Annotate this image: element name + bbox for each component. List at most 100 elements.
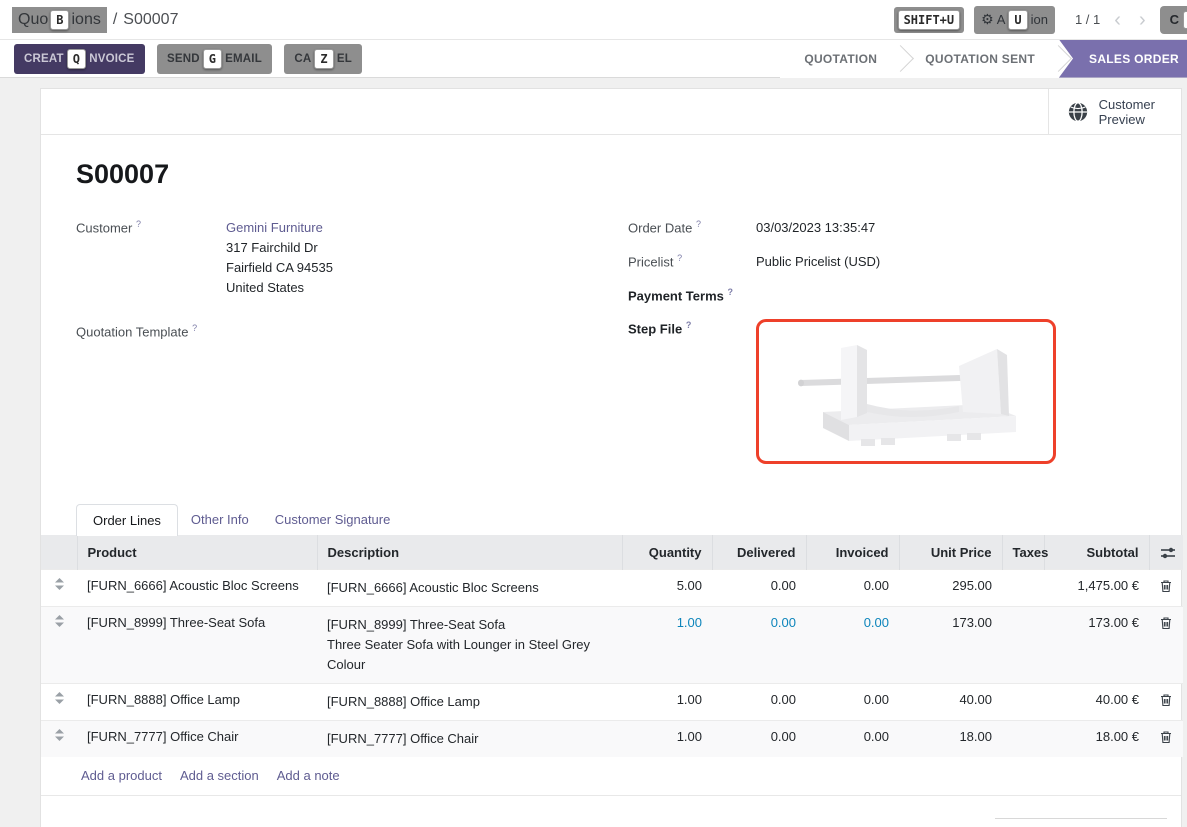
cell-description[interactable]: [FURN_8888] Office Lamp [317, 683, 622, 720]
breadcrumb-quotations-link[interactable]: Quo B ions [12, 7, 107, 33]
cell-product[interactable]: [FURN_7777] Office Chair [77, 720, 317, 757]
drag-handle-icon[interactable] [41, 569, 77, 606]
header-quantity[interactable]: Quantity [622, 535, 712, 569]
delete-row-button[interactable] [1149, 606, 1183, 683]
cell-taxes[interactable] [1002, 720, 1044, 757]
trash-icon [1160, 730, 1172, 744]
drag-handle-icon[interactable] [41, 720, 77, 757]
quotation-template-label-text: Quotation Template [76, 324, 189, 339]
header-unit-price[interactable]: Unit Price [899, 535, 1002, 569]
cell-description[interactable]: [FURN_7777] Office Chair [317, 720, 622, 757]
cell-taxes[interactable] [1002, 683, 1044, 720]
customer-value: Gemini Furniture 317 Fairchild Dr Fairfi… [226, 218, 333, 298]
delete-row-button[interactable] [1149, 720, 1183, 757]
table-row[interactable]: [FURN_7777] Office Chair [FURN_7777] Off… [41, 720, 1183, 757]
tab-other-info[interactable]: Other Info [178, 504, 262, 535]
cell-invoiced[interactable]: 0.00 [806, 606, 899, 683]
table-row[interactable]: [FURN_8888] Office Lamp [FURN_8888] Offi… [41, 683, 1183, 720]
cell-unit-price[interactable]: 18.00 [899, 720, 1002, 757]
pager-counter: 1 / 1 [1075, 12, 1100, 27]
edge-hint-box [1183, 11, 1187, 29]
add-product-link[interactable]: Add a product [81, 768, 162, 783]
delete-row-button[interactable] [1149, 683, 1183, 720]
order-date-label: Order Date ? [628, 218, 756, 238]
customer-label-text: Customer [76, 220, 132, 235]
send-email-text-pre: SEND [167, 53, 200, 65]
totals-block: Total: 1,706.00 € [995, 818, 1167, 827]
add-note-link[interactable]: Add a note [277, 768, 340, 783]
table-row[interactable]: [FURN_8999] Three-Seat Sofa [FURN_8999] … [41, 606, 1183, 683]
cell-taxes[interactable] [1002, 606, 1044, 683]
action-menu-button[interactable]: ⚙ A U ion [974, 6, 1055, 34]
cell-taxes[interactable] [1002, 569, 1044, 606]
cell-invoiced[interactable]: 0.00 [806, 683, 899, 720]
shift-hint-overlay[interactable]: SHIFT+U [894, 7, 965, 33]
cell-quantity[interactable]: 1.00 [622, 720, 712, 757]
field-step-file: Step File ? [628, 319, 1141, 464]
header-description[interactable]: Description [317, 535, 622, 569]
add-section-link[interactable]: Add a section [180, 768, 259, 783]
page-title: S00007 [76, 159, 1141, 190]
pricelist-value[interactable]: Public Pricelist (USD) [756, 252, 880, 272]
cell-product[interactable]: [FURN_8888] Office Lamp [77, 683, 317, 720]
header-options[interactable] [1149, 535, 1183, 569]
hint-key-z: Z [314, 49, 333, 69]
create-invoice-button[interactable]: CREAT Q NVOICE [14, 44, 145, 74]
table-header-row: Product Description Quantity Delivered I… [41, 535, 1183, 569]
tab-customer-signature[interactable]: Customer Signature [262, 504, 404, 535]
send-email-button[interactable]: SEND G EMAIL [157, 44, 272, 74]
customer-preview-button[interactable]: Customer Preview [1048, 89, 1181, 134]
header-delivered[interactable]: Delivered [712, 535, 806, 569]
cell-product[interactable]: [FURN_6666] Acoustic Bloc Screens [77, 569, 317, 606]
status-step-sales-order[interactable]: SALES ORDER [1059, 40, 1187, 78]
cell-quantity[interactable]: 1.00 [622, 606, 712, 683]
cell-invoiced[interactable]: 0.00 [806, 720, 899, 757]
cell-delivered[interactable]: 0.00 [712, 720, 806, 757]
cell-delivered[interactable]: 0.00 [712, 569, 806, 606]
pager-prev-icon[interactable]: ‹ [1110, 10, 1125, 30]
cell-invoiced[interactable]: 0.00 [806, 569, 899, 606]
cell-quantity[interactable]: 1.00 [622, 683, 712, 720]
drag-handle-icon[interactable] [41, 683, 77, 720]
address-line3: United States [226, 278, 333, 298]
cell-description[interactable]: [FURN_8999] Three-Seat Sofa Three Seater… [317, 606, 622, 683]
field-quotation-template: Quotation Template ? [76, 322, 628, 339]
pager-next-icon[interactable]: › [1135, 10, 1150, 30]
cell-unit-price[interactable]: 173.00 [899, 606, 1002, 683]
table-row[interactable]: [FURN_6666] Acoustic Bloc Screens [FURN_… [41, 569, 1183, 606]
cell-product[interactable]: [FURN_8999] Three-Seat Sofa [77, 606, 317, 683]
delete-row-button[interactable] [1149, 569, 1183, 606]
cell-description[interactable]: [FURN_6666] Acoustic Bloc Screens [317, 569, 622, 606]
tab-order-lines[interactable]: Order Lines [76, 504, 178, 536]
order-date-value[interactable]: 03/03/2023 13:35:47 [756, 218, 875, 238]
cancel-button[interactable]: CA Z EL [284, 44, 362, 74]
action-text-pre: A [997, 12, 1006, 27]
header-taxes[interactable]: Taxes [1002, 535, 1044, 569]
breadcrumb-current: S00007 [123, 11, 178, 29]
sheet-header-strip: Customer Preview [41, 89, 1181, 135]
cell-quantity[interactable]: 5.00 [622, 569, 712, 606]
pricelist-label-text: Pricelist [628, 254, 674, 269]
breadcrumb: Quo B ions / S00007 [12, 7, 178, 33]
customer-name-link[interactable]: Gemini Furniture [226, 218, 333, 238]
header-invoiced[interactable]: Invoiced [806, 535, 899, 569]
step-file-preview[interactable] [756, 319, 1056, 464]
sheet-footer: Terms and conditions... Total: 1,706.00 … [41, 796, 1181, 827]
cell-unit-price[interactable]: 295.00 [899, 569, 1002, 606]
cell-unit-price[interactable]: 40.00 [899, 683, 1002, 720]
step-file-label-text: Step File [628, 322, 682, 337]
cell-delivered[interactable]: 0.00 [712, 606, 806, 683]
status-step-label: QUOTATION [804, 52, 877, 66]
header-subtotal[interactable]: Subtotal [1044, 535, 1149, 569]
status-step-quotation[interactable]: QUOTATION [780, 40, 901, 78]
help-icon: ? [696, 219, 701, 229]
status-step-quotation-sent[interactable]: QUOTATION SENT [901, 40, 1059, 78]
help-icon: ? [192, 323, 197, 333]
status-bar: QUOTATION QUOTATION SENT SALES ORDER [780, 40, 1187, 78]
cell-delivered[interactable]: 0.00 [712, 683, 806, 720]
header-product[interactable]: Product [77, 535, 317, 569]
drag-handle-icon[interactable] [41, 606, 77, 683]
payment-terms-label: Payment Terms ? [628, 286, 756, 303]
cell-subtotal: 173.00 € [1044, 606, 1149, 683]
edge-truncated-button[interactable]: C [1160, 6, 1187, 34]
